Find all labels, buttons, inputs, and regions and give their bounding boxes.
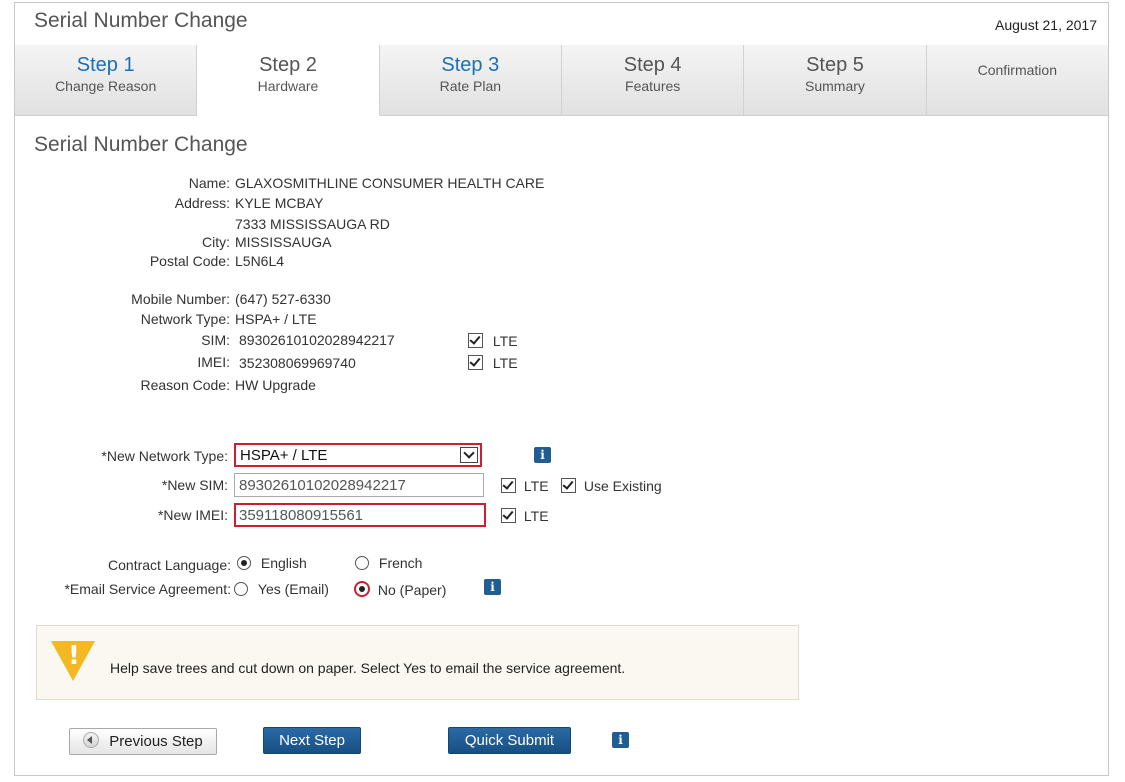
sim-lte-checkbox (468, 333, 483, 348)
address-line-2: 7333 MISSISSAUGA RD (235, 216, 390, 232)
postal-code-label: Postal Code: (149, 253, 230, 269)
new-sim-field[interactable] (234, 473, 484, 497)
quick-submit-button[interactable]: Quick Submit (448, 727, 571, 754)
contract-language-label: Contract Language: (108, 557, 231, 573)
city-value: MISSISSAUGA (235, 234, 332, 250)
new-imei-field[interactable] (234, 503, 486, 527)
new-network-type-label: *New Network Type: (101, 448, 228, 464)
new-imei-label: *New IMEI: (157, 507, 228, 523)
step-label: Confirmation (977, 62, 1057, 78)
no-paper-radio[interactable] (354, 581, 370, 597)
tab-step-4[interactable]: Step 4 Features (561, 45, 745, 115)
yes-email-label: Yes (Email) (257, 581, 329, 597)
language-french-option[interactable]: French (355, 555, 422, 571)
step-tabs: Step 1 Change Reason Step 2 Hardware Ste… (15, 45, 1108, 116)
french-label: French (378, 555, 423, 571)
sim-value: 89302610102028942217 (239, 332, 395, 348)
imei-label: IMEI: (197, 354, 230, 370)
paper-notice: Help save trees and cut down on paper. S… (36, 625, 799, 700)
english-radio[interactable] (237, 556, 251, 570)
page-date: August 21, 2017 (995, 17, 1097, 33)
step-number: Step 5 (806, 54, 864, 76)
new-sim-lte-label: LTE (523, 478, 549, 494)
language-english-option[interactable]: English (237, 555, 307, 571)
step-label: Rate Plan (439, 78, 502, 94)
new-sim-lte-checkbox[interactable] (501, 478, 516, 493)
imei-lte-checkbox (468, 355, 483, 370)
notice-text: Help save trees and cut down on paper. S… (110, 660, 626, 676)
new-imei-lte-option[interactable]: LTE (501, 508, 549, 524)
reason-code-label: Reason Code: (140, 377, 230, 393)
english-label: English (260, 555, 307, 571)
email-info-icon[interactable]: i (484, 579, 501, 595)
next-step-button[interactable]: Next Step (263, 727, 361, 754)
step-label: Summary (805, 78, 865, 94)
name-value: GLAXOSMITHLINE CONSUMER HEALTH CARE (235, 175, 545, 191)
new-network-type-select[interactable]: HSPA+ / LTE (234, 443, 482, 467)
imei-value: 352308069969740 (239, 355, 356, 371)
address-line-1: KYLE MCBAY (235, 195, 324, 211)
network-type-label: Network Type: (140, 311, 230, 327)
address-label: Address: (174, 195, 230, 211)
sim-label: SIM: (201, 332, 230, 348)
tab-step-5[interactable]: Step 5 Summary (744, 45, 927, 115)
step-label: Hardware (257, 78, 319, 94)
mobile-number-label: Mobile Number: (131, 291, 230, 307)
step-number: Step 4 (623, 54, 682, 76)
section-title: Serial Number Change (34, 133, 248, 156)
network-info-icon[interactable]: i (534, 447, 551, 463)
main-panel: Serial Number Change August 21, 2017 Ste… (14, 2, 1109, 776)
imei-lte-label: LTE (492, 355, 518, 371)
reason-code-value: HW Upgrade (235, 377, 316, 393)
tab-step-3[interactable]: Step 3 Rate Plan (379, 45, 562, 115)
yes-email-radio[interactable] (234, 582, 248, 596)
sim-lte-label: LTE (492, 333, 518, 349)
email-no-option[interactable]: No (Paper) (354, 581, 446, 598)
step-number: Step 3 (441, 54, 500, 76)
email-service-agreement-label: *Email Service Agreement: (64, 581, 231, 597)
name-label: Name: (188, 175, 230, 191)
email-yes-option[interactable]: Yes (Email) (234, 581, 329, 597)
mobile-number-value: (647) 527-6330 (235, 291, 331, 307)
tab-step-2[interactable]: Step 2 Hardware (197, 45, 380, 116)
french-radio[interactable] (355, 556, 369, 570)
chevron-down-icon[interactable] (460, 447, 478, 463)
imei-lte-indicator: LTE (468, 355, 518, 371)
arrow-left-icon (83, 732, 100, 748)
step-label: Features (625, 78, 681, 94)
submit-info-icon[interactable]: i (612, 732, 629, 748)
network-type-value: HSPA+ / LTE (235, 311, 317, 327)
step-number: Step 2 (259, 54, 317, 76)
use-existing-checkbox[interactable] (561, 478, 576, 493)
previous-step-button[interactable]: Previous Step (69, 728, 217, 755)
page-title: Serial Number Change (34, 9, 248, 32)
new-sim-label: *New SIM: (161, 477, 228, 493)
new-imei-lte-checkbox[interactable] (501, 508, 516, 523)
tab-confirmation[interactable]: Confirmation (926, 45, 1108, 115)
use-existing-label: Use Existing (583, 478, 662, 494)
use-existing-option[interactable]: Use Existing (561, 478, 662, 494)
new-imei-lte-label: LTE (523, 508, 549, 524)
step-label: Change Reason (55, 78, 157, 94)
tab-step-1[interactable]: Step 1 Change Reason (15, 45, 198, 115)
postal-code-value: L5N6L4 (235, 253, 285, 269)
sim-lte-indicator: LTE (468, 333, 518, 349)
city-label: City: (202, 234, 230, 250)
no-paper-label: No (Paper) (377, 582, 447, 598)
previous-step-label: Previous Step (109, 733, 203, 750)
new-network-type-value: HSPA+ / LTE (240, 447, 328, 464)
step-number: Step 1 (76, 54, 135, 76)
new-sim-lte-option[interactable]: LTE (501, 478, 549, 494)
warning-icon (51, 641, 95, 681)
